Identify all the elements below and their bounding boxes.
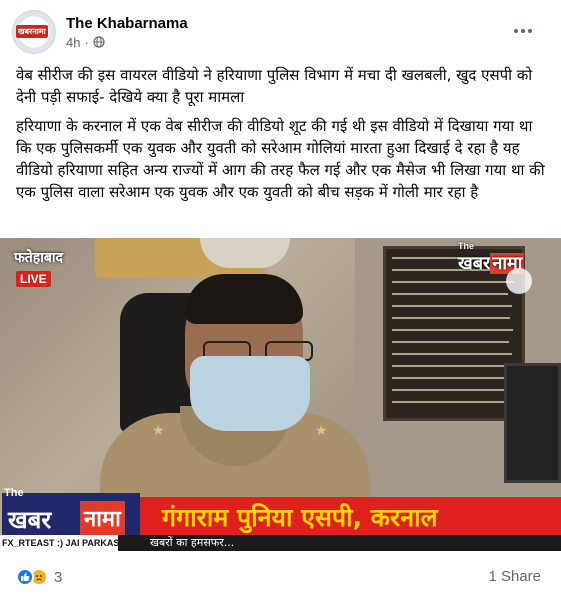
post-headline: वेब सीरीज की इस वायरल वीडियो ने हरियाणा … — [16, 66, 533, 106]
like-reaction-icon — [16, 568, 34, 586]
name-caption-band: गंगाराम पुनिया एसपी, करनाल — [140, 497, 561, 535]
video-player[interactable]: ★ ★ फतेहाबाद LIVE The खबर नामा The खबर ना… — [0, 238, 561, 551]
monitor-image — [504, 363, 561, 483]
shoulder-star-icon: ★ — [315, 423, 328, 439]
ticker-left-text: FX_RTEAST :) JAI PARKASH — [0, 535, 118, 551]
channel-logo-bottom: The खबर नामा — [2, 487, 140, 536]
avatar-logo-text: खबरनामा — [16, 25, 48, 38]
page-avatar[interactable]: खबरनामा — [12, 10, 56, 54]
post-time[interactable]: 4h — [66, 35, 80, 50]
post-footer: 3 1 Share — [0, 551, 561, 595]
eye-logo-icon — [506, 268, 532, 294]
news-ticker: FX_RTEAST :) JAI PARKASH खबरों का हमसफर.… — [0, 535, 561, 551]
face-mask-image — [190, 356, 310, 431]
lower-brand-part2: नामा — [80, 501, 125, 535]
live-badge: LIVE — [16, 271, 51, 287]
lower-brand-the: The — [4, 487, 24, 499]
name-caption: गंगाराम पुनिया एसपी, करनाल — [162, 503, 438, 532]
brand-part1: खबर — [458, 253, 491, 274]
share-count-link[interactable]: 1 Share — [488, 568, 541, 585]
post-body: हरियाणा के करनाल में एक वेब सीरीज की वीड… — [16, 117, 545, 201]
wall-emblem-image — [200, 238, 290, 268]
channel-logo-top: The खबर नामा — [458, 241, 546, 297]
hair-image — [185, 274, 303, 324]
post-meta: 4h · — [66, 35, 188, 50]
brand-the: The — [458, 241, 475, 251]
lower-brand-part1: खबर — [8, 506, 52, 534]
reactions-summary[interactable]: 3 — [16, 568, 62, 586]
page-name-link[interactable]: The Khabarnama — [66, 15, 188, 32]
post-card: खबरनामा The Khabarnama 4h · वेब सीरीज की… — [0, 0, 561, 595]
public-globe-icon — [93, 36, 105, 48]
more-options-icon[interactable] — [511, 21, 535, 41]
meta-separator: · — [84, 34, 89, 50]
shoulder-star-icon: ★ — [152, 423, 165, 439]
post-header: खबरनामा The Khabarnama 4h · — [12, 10, 188, 54]
location-tag: फतेहाबाद — [14, 250, 63, 266]
ticker-right-text: खबरों का हमसफर... — [150, 536, 235, 549]
reaction-count: 3 — [54, 568, 63, 586]
